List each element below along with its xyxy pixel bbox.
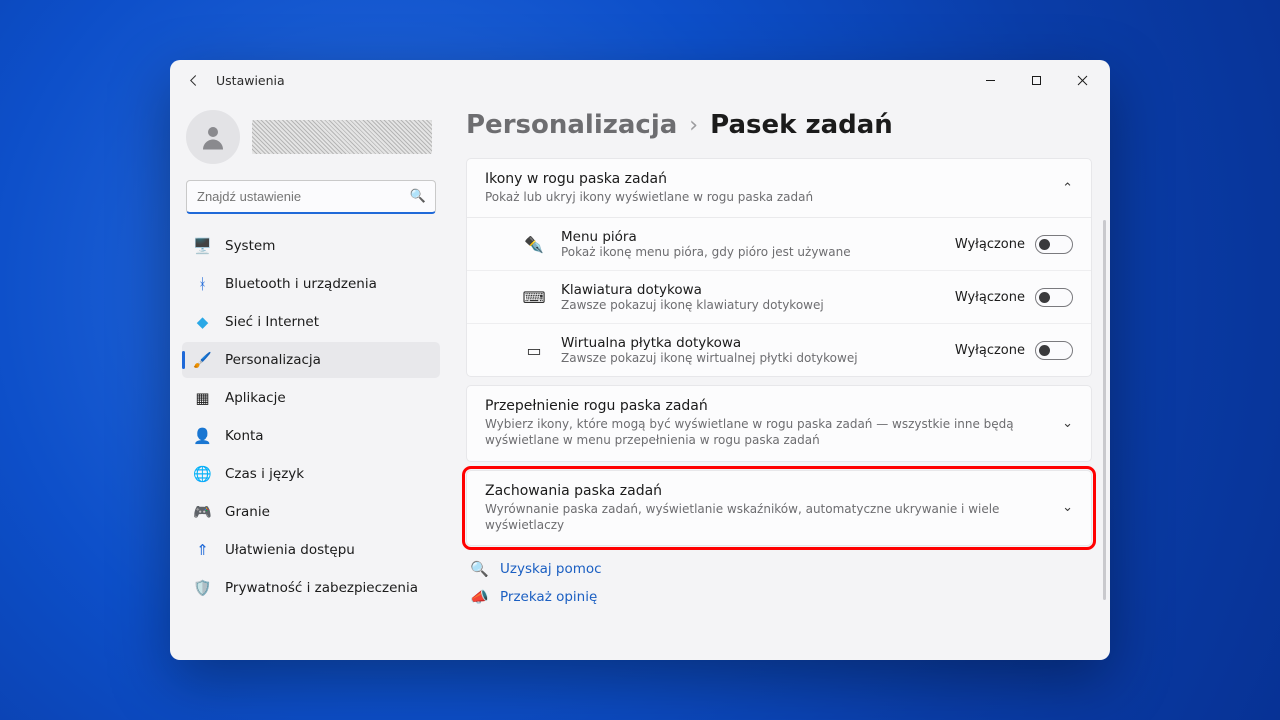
toggle-state-label: Wyłączone <box>955 290 1025 305</box>
section-title: Ikony w rogu paska zadań <box>485 171 1048 187</box>
toggle-pen[interactable] <box>1035 235 1073 254</box>
breadcrumb-parent[interactable]: Personalizacja <box>466 110 677 140</box>
sidebar-item-label: Sieć i Internet <box>225 314 319 330</box>
accounts-icon: 👤 <box>194 428 211 445</box>
sidebar-item-privacy[interactable]: 🛡️ Prywatność i zabezpieczenia <box>182 570 440 606</box>
section-overflow: Przepełnienie rogu paska zadań Wybierz i… <box>466 385 1092 461</box>
breadcrumb: Personalizacja › Pasek zadań <box>466 110 1092 140</box>
toggle-touchkb[interactable] <box>1035 288 1073 307</box>
section-overflow-header[interactable]: Przepełnienie rogu paska zadań Wybierz i… <box>467 386 1091 460</box>
feedback-icon: 📣 <box>470 588 488 606</box>
scrollbar[interactable] <box>1103 220 1106 600</box>
toggle-state-label: Wyłączone <box>955 343 1025 358</box>
nav-list: 🖥️ System ᚼ Bluetooth i urządzenia ◆ Sieć i I… <box>180 228 442 606</box>
chevron-right-icon: › <box>689 113 698 138</box>
toggle-state-label: Wyłączone <box>955 237 1025 252</box>
help-link[interactable]: 🔍 Uzyskaj pomoc <box>470 560 1092 578</box>
pen-icon: ✒️ <box>523 235 545 254</box>
chevron-down-icon: ⌄ <box>1062 416 1073 431</box>
titlebar: Ustawienia <box>170 60 1110 100</box>
toggle-touchpad[interactable] <box>1035 341 1073 360</box>
sidebar-item-label: Personalizacja <box>225 352 321 368</box>
toggle-row-touchpad: ▭ Wirtualna płytka dotykowaZawsze pokazuj… <box>467 323 1091 376</box>
close-button[interactable] <box>1060 65 1104 95</box>
toggle-desc: Zawsze pokazuj ikonę wirtualnej płytki d… <box>561 351 939 365</box>
toggle-desc: Zawsze pokazuj ikonę klawiatury dotykowe… <box>561 298 939 312</box>
app-title: Ustawienia <box>216 73 285 88</box>
breadcrumb-current: Pasek zadań <box>710 110 893 140</box>
sidebar-item-network[interactable]: ◆ Sieć i Internet <box>182 304 440 340</box>
toggle-title: Wirtualna płytka dotykowa <box>561 335 939 351</box>
section-taskbar-behaviors-header[interactable]: Zachowania paska zadań Wyrównanie paska … <box>467 471 1091 545</box>
search-input[interactable] <box>187 189 435 204</box>
footer-links: 🔍 Uzyskaj pomoc 📣 Przekaż opinię <box>466 560 1092 606</box>
sidebar-item-label: Bluetooth i urządzenia <box>225 276 377 292</box>
chevron-up-icon: ⌃ <box>1062 181 1073 196</box>
chevron-down-icon: ⌄ <box>1062 500 1073 515</box>
sidebar-item-label: Czas i język <box>225 466 304 482</box>
network-icon: ◆ <box>194 314 211 331</box>
section-desc: Pokaż lub ukryj ikony wyświetlane w rogu… <box>485 189 1048 205</box>
sidebar-item-apps[interactable]: ▦ Aplikacje <box>182 380 440 416</box>
sidebar-item-label: Prywatność i zabezpieczenia <box>225 580 418 596</box>
time-icon: 🌐 <box>194 466 211 483</box>
minimize-button[interactable] <box>968 65 1012 95</box>
maximize-button[interactable] <box>1014 65 1058 95</box>
toggle-title: Klawiatura dotykowa <box>561 282 939 298</box>
user-name-redacted <box>252 120 432 154</box>
toggle-row-touchkb: ⌨ Klawiatura dotykowaZawsze pokazuj ikonę… <box>467 270 1091 323</box>
user-account-row[interactable] <box>180 100 442 180</box>
toggle-desc: Pokaż ikonę menu pióra, gdy pióro jest u… <box>561 245 939 259</box>
section-corner-icons-header[interactable]: Ikony w rogu paska zadań Pokaż lub ukryj… <box>467 159 1091 217</box>
section-desc: Wyrównanie paska zadań, wyświetlanie wsk… <box>485 501 1048 533</box>
toggle-row-pen: ✒️ Menu pióraPokaż ikonę menu pióra, gdy … <box>467 218 1091 270</box>
personalize-icon: 🖌️ <box>194 352 211 369</box>
feedback-link[interactable]: 📣 Przekaż opinię <box>470 588 1092 606</box>
bluetooth-icon: ᚼ <box>194 276 211 293</box>
apps-icon: ▦ <box>194 390 211 407</box>
sidebar-item-personalize[interactable]: 🖌️ Personalizacja <box>182 342 440 378</box>
touchkb-icon: ⌨ <box>523 288 545 307</box>
sidebar-item-time[interactable]: 🌐 Czas i język <box>182 456 440 492</box>
sidebar-item-label: System <box>225 238 275 254</box>
help-label: Uzyskaj pomoc <box>500 561 602 577</box>
settings-window: Ustawienia 🔍 <box>170 60 1110 660</box>
feedback-label: Przekaż opinię <box>500 589 597 605</box>
section-title: Zachowania paska zadań <box>485 483 1048 499</box>
gaming-icon: 🎮 <box>194 504 211 521</box>
main-panel: Personalizacja › Pasek zadań Ikony w rog… <box>446 100 1110 660</box>
corner-icons-list: ✒️ Menu pióraPokaż ikonę menu pióra, gdy … <box>467 217 1091 376</box>
sidebar-item-accessibility[interactable]: ⇑ Ułatwienia dostępu <box>182 532 440 568</box>
avatar <box>186 110 240 164</box>
sidebar-item-label: Aplikacje <box>225 390 286 406</box>
sidebar-item-bluetooth[interactable]: ᚼ Bluetooth i urządzenia <box>182 266 440 302</box>
system-icon: 🖥️ <box>194 238 211 255</box>
sidebar-item-label: Konta <box>225 428 264 444</box>
sidebar-item-accounts[interactable]: 👤 Konta <box>182 418 440 454</box>
search-field[interactable]: 🔍 <box>186 180 436 214</box>
sidebar-item-system[interactable]: 🖥️ System <box>182 228 440 264</box>
section-title: Przepełnienie rogu paska zadań <box>485 398 1048 414</box>
sidebar-item-gaming[interactable]: 🎮 Granie <box>182 494 440 530</box>
touchpad-icon: ▭ <box>523 341 545 360</box>
section-taskbar-behaviors: Zachowania paska zadań Wyrównanie paska … <box>466 470 1092 546</box>
sidebar: 🔍 🖥️ System ᚼ Bluetooth i urządzenia ◆ Sieć i… <box>170 100 446 660</box>
privacy-icon: 🛡️ <box>194 580 211 597</box>
help-icon: 🔍 <box>470 560 488 578</box>
sidebar-item-label: Granie <box>225 504 270 520</box>
section-desc: Wybierz ikony, które mogą być wyświetlan… <box>485 416 1048 448</box>
sidebar-item-label: Ułatwienia dostępu <box>225 542 355 558</box>
section-corner-icons: Ikony w rogu paska zadań Pokaż lub ukryj… <box>466 158 1092 377</box>
toggle-title: Menu pióra <box>561 229 939 245</box>
back-button[interactable] <box>178 64 210 96</box>
accessibility-icon: ⇑ <box>194 542 211 559</box>
search-icon: 🔍 <box>410 189 426 204</box>
